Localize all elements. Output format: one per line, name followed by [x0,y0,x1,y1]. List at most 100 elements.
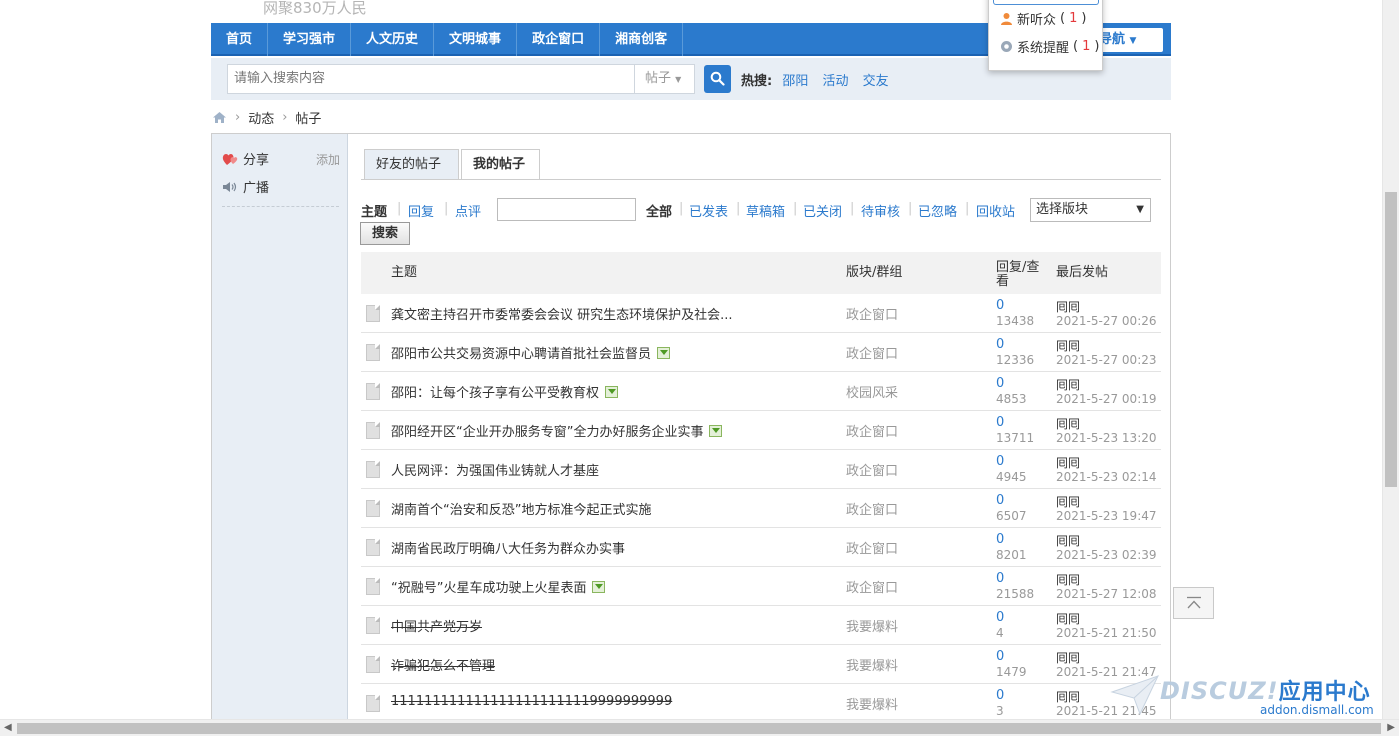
post-replies-count[interactable]: 0 [996,532,1004,547]
last-post-time[interactable]: 2021-5-27 00:23 [1056,353,1157,367]
last-post-time[interactable]: 2021-5-21 21:50 [1056,626,1157,640]
filter-status-closed[interactable]: 已关闭 [803,201,842,220]
last-post-time[interactable]: 2021-5-27 12:08 [1056,587,1157,601]
post-replies-count[interactable]: 0 [996,493,1004,508]
last-post-time[interactable]: 2021-5-23 19:47 [1056,509,1157,523]
post-title-link[interactable]: 湖南省民政厅明确八大任务为群众办实事 [391,538,625,557]
tab-my-posts[interactable]: 我的帖子 [461,149,540,180]
last-post-user[interactable]: 囘囘 [1056,298,1080,315]
nav-item-gov[interactable]: 政企窗口 [517,23,601,56]
filter-type-reply[interactable]: 回复 [408,201,434,220]
post-title-link[interactable]: 龚文密主持召开市委常委会会议 研究生态环境保护及社会... [391,304,733,323]
post-forum-link[interactable]: 政企窗口 [846,460,898,479]
last-post-user[interactable]: 囘囘 [1056,649,1080,666]
filter-keyword-input[interactable] [497,198,636,221]
filter-status-recycle[interactable]: 回收站 [976,201,1015,220]
breadcrumb-item[interactable]: 动态 [248,108,274,127]
filter-status-pending[interactable]: 待审核 [861,201,900,220]
post-forum-link[interactable]: 我要爆料 [846,616,898,635]
scroll-right-icon[interactable]: ▶ [1387,722,1395,733]
post-replies-count[interactable]: 0 [996,415,1004,430]
sidebar-item-broadcast[interactable]: 广播 [222,177,269,196]
last-post-user[interactable]: 囘囘 [1056,415,1080,432]
last-post-user[interactable]: 囘囘 [1056,454,1080,471]
post-replies-count[interactable]: 0 [996,337,1004,352]
filter-type-comment[interactable]: 点评 [455,201,481,220]
nav-item-business[interactable]: 湘商创客 [600,23,684,56]
post-replies-count[interactable]: 0 [996,649,1004,664]
post-title-link[interactable]: 人民网评：为强国伟业铸就人才基座 [391,460,599,479]
post-forum-link[interactable]: 政企窗口 [846,421,898,440]
post-replies-count[interactable]: 0 [996,298,1004,313]
search-type-select[interactable]: 帖子 ▼ [634,64,695,94]
back-to-top-button[interactable] [1173,587,1214,619]
sidebar-item-label: 广播 [243,181,270,196]
filter-status-drafts[interactable]: 草稿箱 [746,201,785,220]
post-forum-link[interactable]: 政企窗口 [846,304,898,323]
post-replies-count[interactable]: 0 [996,610,1004,625]
filter-type-subject[interactable]: 主题 [361,201,387,220]
last-post-user[interactable]: 囘囘 [1056,610,1080,627]
post-title-link[interactable]: 中国共产党万岁 [391,616,482,635]
last-post-time[interactable]: 2021-5-23 13:20 [1056,431,1157,445]
breadcrumb: › 动态 › 帖子 [212,108,321,127]
last-post-time[interactable]: 2021-5-27 00:19 [1056,392,1157,406]
tab-friends-posts[interactable]: 好友的帖子 [364,149,459,180]
post-replies-count[interactable]: 0 [996,376,1004,391]
post-forum-link[interactable]: 政企窗口 [846,538,898,557]
filter-search-button[interactable]: 搜索 [360,222,410,245]
arrow-up-icon [1187,596,1201,609]
last-post-time[interactable]: 2021-5-27 00:26 [1056,314,1157,328]
nav-item-home[interactable]: 首页 [211,23,269,56]
post-title-link[interactable]: 邵阳市公共交易资源中心聘请首批社会监督员 [391,343,671,362]
post-forum-link[interactable]: 政企窗口 [846,577,898,596]
scroll-left-icon[interactable]: ◀ [4,722,12,733]
post-title-link[interactable]: 邵阳：让每个孩子享有公平受教育权 [391,382,619,401]
post-forum-link[interactable]: 政企窗口 [846,343,898,362]
sidebar-item-share[interactable]: 分享 [222,149,269,168]
post-title-link[interactable]: 邵阳经开区“企业开办服务专窗”全力办好服务企业实事 [391,421,723,440]
hot-search-link[interactable]: 交友 [863,74,889,89]
post-title-link[interactable]: 湖南首个“治安和反恐”地方标准今起正式实施 [391,499,651,518]
post-title-link[interactable]: 诈骗犯怎么不管理 [391,655,495,674]
last-post-user[interactable]: 囘囘 [1056,688,1080,705]
post-forum-link[interactable]: 校园风采 [846,382,898,401]
last-post-user[interactable]: 囘囘 [1056,571,1080,588]
vertical-scrollbar[interactable] [1382,0,1399,719]
post-forum-link[interactable]: 我要爆料 [846,655,898,674]
post-filters: 主题 | 回复 | 点评 全部 | 已发表 | 草稿箱 | 已关闭 | 待审核 … [361,197,1161,223]
post-title-link[interactable]: “祝融号”火星车成功驶上火星表面 [391,577,606,596]
forum-select[interactable]: 选择版块 ▼ [1030,198,1151,222]
filter-status-published[interactable]: 已发表 [689,201,728,220]
last-post-user[interactable]: 囘囘 [1056,337,1080,354]
nav-item-study[interactable]: 学习强市 [268,23,352,56]
filter-status-all[interactable]: 全部 [646,201,672,220]
search-button[interactable] [704,65,731,93]
nav-item-history[interactable]: 人文历史 [351,23,435,56]
popup-item-system-alerts[interactable]: 系统提醒(1) [1000,37,1099,56]
horizontal-scroll-thumb[interactable] [17,723,1381,734]
filter-status-ignored[interactable]: 已忽略 [918,201,957,220]
last-post-user[interactable]: 囘囘 [1056,376,1080,393]
post-forum-link[interactable]: 政企窗口 [846,499,898,518]
post-title-link[interactable]: 1111111111111111111111119999999999 [391,694,672,709]
post-replies-count[interactable]: 0 [996,571,1004,586]
hot-search-link[interactable]: 邵阳 [782,74,808,89]
horizontal-scrollbar[interactable]: ◀ ▶ [0,719,1399,736]
search-input[interactable]: 请输入搜索内容 [227,64,635,94]
home-icon[interactable] [212,111,227,124]
filter-separator: | [397,201,402,216]
nav-item-city[interactable]: 文明城事 [434,23,518,56]
last-post-user[interactable]: 囘囘 [1056,532,1080,549]
post-replies-count[interactable]: 0 [996,454,1004,469]
vertical-scroll-thumb[interactable] [1385,192,1397,487]
last-post-user[interactable]: 囘囘 [1056,493,1080,510]
sidebar-add-link[interactable]: 添加 [316,151,340,168]
last-post-time[interactable]: 2021-5-23 02:39 [1056,548,1157,562]
last-post-time[interactable]: 2021-5-23 02:14 [1056,470,1157,484]
speaker-icon [223,181,237,192]
post-forum-link[interactable]: 我要爆料 [846,694,898,713]
hot-search-link[interactable]: 活动 [823,74,849,89]
post-replies-count[interactable]: 0 [996,688,1004,703]
popup-item-new-followers[interactable]: 新听众(1) [1000,9,1086,28]
